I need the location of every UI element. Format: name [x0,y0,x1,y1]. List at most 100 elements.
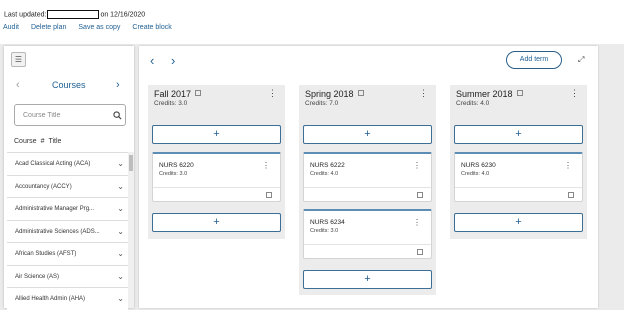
courses-sidebar: ☰ ‹ Courses › Course #Title Acad Classica… [4,46,134,310]
term-credits: Credits: 7.0 [305,100,339,107]
note-icon[interactable] [417,192,423,198]
card-divider [153,187,280,188]
courses-nav: ‹ Courses › [4,78,134,92]
course-column-header: Course # Title [14,136,124,148]
scrollbar-thumb[interactable] [129,155,133,171]
course-name: Accountancy (ACCY) [15,183,72,190]
kebab-icon[interactable]: ⋮ [262,162,270,170]
term-name: Summer 2018 [456,89,513,99]
add-course-button[interactable]: + [454,213,583,232]
top-bar: Last updated: on 12/16/2020 Audit Delete p… [0,0,624,44]
note-icon[interactable] [195,90,202,96]
term-name: Spring 2018 [305,89,354,99]
delete-plan-link[interactable]: Delete plan [31,24,66,31]
expand-icon[interactable]: ⤢ [578,55,584,65]
chevron-right-icon[interactable]: › [116,78,120,92]
course-credits: Credits: 4.0 [310,171,339,177]
card-divider [304,187,431,188]
term-title: Fall 2017 [154,89,202,99]
sidebar-title: Courses [52,80,86,90]
chevron-left-icon[interactable]: ‹ [150,53,154,69]
kebab-icon[interactable]: ⋮ [413,219,421,227]
card-divider [455,187,582,188]
kebab-icon[interactable]: ⋮ [570,89,579,98]
course-card[interactable]: NURS 6220 Credits: 3.0 ⋮ [152,152,281,202]
chevron-down-icon[interactable]: ⌄ [117,243,124,265]
course-card[interactable]: NURS 6222 Credits: 4.0 ⋮ [303,152,432,202]
chevron-down-icon[interactable]: ⌄ [117,266,124,288]
course-name: Air Science (AS) [15,273,60,280]
column-title[interactable]: Title [48,138,61,145]
chevron-down-icon[interactable]: ⌄ [117,176,124,198]
add-term-button[interactable]: Add term [506,51,562,69]
course-name: Allied Health Admin (AHA) [15,296,86,302]
course-name: Acad Classical Acting (ACA) [15,161,91,167]
term-title: Spring 2018 [305,89,364,99]
term-column-fall-2017: Fall 2017 Credits: 3.0 ⋮ + NURS 6220 Cre… [148,85,285,239]
list-item[interactable]: Accountancy (ACCY) ⌄ [7,174,128,198]
list-item[interactable]: Allied Health Admin (AHA) ⌄ [7,287,128,310]
add-course-button[interactable]: + [152,213,281,232]
kebab-icon[interactable]: ⋮ [419,89,428,98]
course-credits: Credits: 3.0 [310,228,339,234]
menu-icon[interactable]: ☰ [11,52,26,67]
list-item[interactable]: African Studies (AFST) ⌄ [7,242,128,265]
last-updated-date: on 12/16/2020 [100,11,146,19]
course-code: NURS 6230 [461,162,496,169]
chevron-down-icon[interactable]: ⌄ [117,221,124,243]
term-credits: Credits: 3.0 [154,100,188,107]
redacted-name [47,10,100,19]
add-course-button[interactable]: + [303,125,432,144]
chevron-down-icon[interactable]: ⌄ [117,288,124,310]
course-credits: Credits: 3.0 [159,171,188,177]
add-course-button[interactable]: + [303,270,432,289]
kebab-icon[interactable]: ⋮ [268,89,277,98]
course-search [14,104,126,126]
card-divider [304,244,431,245]
term-name: Fall 2017 [154,89,192,99]
plan-actions: Audit Delete plan Save as copy Create block [3,24,184,31]
note-icon[interactable] [568,192,574,198]
create-block-link[interactable]: Create block [132,24,171,31]
course-code: NURS 6220 [159,162,194,169]
chevron-left-icon[interactable]: ‹ [16,78,20,92]
kebab-icon[interactable]: ⋮ [564,162,572,170]
column-number[interactable]: # [41,138,45,145]
list-item[interactable]: Administrative Manager Prg... ⌄ [7,197,128,220]
note-icon[interactable] [266,192,272,198]
term-credits: Credits: 4.0 [456,100,490,107]
last-updated: Last updated: on 12/16/2020 [4,10,145,19]
course-card[interactable]: NURS 6230 Credits: 4.0 ⋮ [454,152,583,202]
note-icon[interactable] [417,249,423,255]
course-name: African Studies (AFST) [15,251,77,257]
chevron-down-icon[interactable]: ⌄ [117,198,124,220]
term-title: Summer 2018 [456,89,523,99]
column-course[interactable]: Course [14,138,37,145]
chevron-down-icon[interactable]: ⌄ [117,153,124,175]
course-card[interactable]: NURS 6234 Credits: 3.0 ⋮ [303,209,432,259]
course-code: NURS 6234 [310,219,345,226]
course-search-input[interactable] [23,110,103,121]
term-column-spring-2018: Spring 2018 Credits: 7.0 ⋮ + NURS 6222 C… [299,85,436,295]
add-course-button[interactable]: + [152,125,281,144]
list-item[interactable]: Air Science (AS) ⌄ [7,264,128,288]
list-item[interactable]: Administrative Sciences (ADS... ⌄ [7,219,128,243]
course-list: Acad Classical Acting (ACA) ⌄ Accountancy… [7,152,128,310]
last-updated-label: Last updated: [4,11,47,19]
search-icon[interactable] [113,111,122,120]
course-list-scrollbar[interactable] [128,152,134,308]
term-column-summer-2018: Summer 2018 Credits: 4.0 ⋮ + NURS 6230 C… [450,85,587,239]
course-code: NURS 6222 [310,162,345,169]
kebab-icon[interactable]: ⋮ [413,162,421,170]
note-icon[interactable] [516,90,523,96]
plan-board: ‹ › Add term ⤢ Fall 2017 Credits: 3.0 ⋮ … [139,46,598,308]
note-icon[interactable] [357,90,364,96]
chevron-right-icon[interactable]: › [171,53,175,69]
course-name: Administrative Sciences (ADS... [15,228,100,235]
audit-link[interactable]: Audit [3,24,19,31]
list-item[interactable]: Acad Classical Acting (ACA) ⌄ [7,152,128,175]
course-credits: Credits: 4.0 [461,171,490,177]
save-as-copy-link[interactable]: Save as copy [78,24,120,31]
add-course-button[interactable]: + [454,125,583,144]
course-name: Administrative Manager Prg... [15,206,95,212]
